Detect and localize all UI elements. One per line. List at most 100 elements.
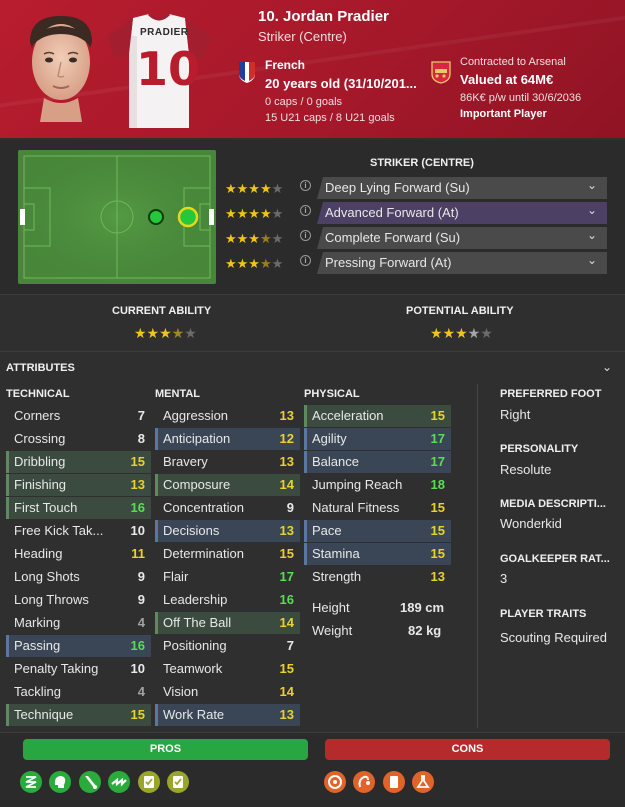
attribute-row[interactable]: Concentration 9 [155,497,300,519]
attribute-value: 10 [130,523,145,538]
info-icon[interactable]: i [300,180,311,191]
france-flag-icon [239,62,255,83]
attribute-row[interactable]: Composure 14 [155,474,300,496]
role-dropdown[interactable]: Complete Forward (Su) ⌄ [317,227,607,249]
cons-bar: CONS [325,739,610,760]
attribute-row[interactable]: Jumping Reach 18 [304,474,451,496]
attribute-value: 13 [279,454,294,469]
attribute-row[interactable]: Natural Fitness 15 [304,497,451,519]
attribute-row[interactable]: Heading 11 [6,543,151,565]
attribute-row[interactable]: First Touch 16 [6,497,151,519]
current-ability-label: CURRENT ABILITY [112,305,212,317]
attribute-row[interactable]: Balance 17 [304,451,451,473]
attribute-row[interactable]: Tackling 4 [6,681,151,703]
caps: 0 caps / 0 goals [265,96,343,108]
attribute-name: Penalty Taking [14,661,99,676]
attack-scouting-icon[interactable] [137,770,161,794]
attribute-row[interactable]: Free Kick Tak... 10 [6,520,151,542]
speed-icon[interactable] [107,770,131,794]
attribute-name: Strength [312,569,362,584]
attribute-name: Stamina [312,546,360,561]
lab-icon[interactable] [411,770,435,794]
attribute-name: Off The Ball [163,615,232,630]
attribute-name: Long Shots [14,569,80,584]
role-dropdown[interactable]: Advanced Forward (At) ⌄ [317,202,607,224]
position-pitch[interactable] [18,150,216,284]
technical-title: TECHNICAL [6,388,70,400]
attribute-row[interactable]: Marking 4 [6,612,151,634]
media-description-title: MEDIA DESCRIPTI... [500,498,606,510]
attribute-row[interactable]: Pace 15 [304,520,451,542]
attribute-name: Flair [163,569,189,584]
role-dropdown[interactable]: Deep Lying Forward (Su) ⌄ [317,177,607,199]
target-icon[interactable] [323,770,347,794]
attribute-row[interactable]: Acceleration 15 [304,405,451,427]
shirt-name: PRADIER [140,27,189,38]
club-crest-icon[interactable] [430,60,452,84]
attribute-row[interactable]: Aggression 13 [155,405,300,427]
attribute-row[interactable]: Leadership 16 [155,589,300,611]
attribute-value: 7 [286,638,294,653]
attribute-value: 15 [279,661,294,676]
chevron-down-icon[interactable]: ⌄ [602,360,612,374]
mental-icon[interactable] [48,770,72,794]
technique-icon[interactable] [78,770,102,794]
role-row-advanced-forward[interactable]: ★★★★★ i Advanced Forward (At) ⌄ [225,202,610,224]
role-row-pressing-forward[interactable]: ★★★★★ i Pressing Forward (At) ⌄ [225,252,610,274]
attribute-row[interactable]: Flair 17 [155,566,300,588]
chevron-down-icon: ⌄ [586,178,597,192]
attribute-name: Passing [14,638,61,653]
role-label: Pressing Forward (At) [325,255,452,270]
attribute-row[interactable]: Bravery 13 [155,451,300,473]
attribute-row[interactable]: Work Rate 13 [155,704,300,726]
attribute-row[interactable]: Positioning 7 [155,635,300,657]
flair-icon[interactable] [19,770,43,794]
info-icon[interactable]: i [300,205,311,216]
attribute-row[interactable]: Long Throws 9 [6,589,151,611]
attribute-value: 9 [137,592,145,607]
aerial-icon[interactable] [352,770,376,794]
attribute-value: 13 [279,707,294,722]
attribute-row[interactable]: Crossing 8 [6,428,151,450]
height-value: 189 cm [400,600,445,615]
attribute-value: 4 [137,615,145,630]
attribute-row[interactable]: Corners 7 [6,405,151,427]
attribute-value: 13 [279,408,294,423]
contract-status[interactable]: Contracted to Arsenal [460,56,566,68]
attribute-row[interactable]: Stamina 15 [304,543,451,565]
attribute-row[interactable]: Agility 17 [304,428,451,450]
attribute-value: 18 [430,477,445,492]
attribute-row[interactable]: Strength 13 [304,566,451,588]
attribute-name: Vision [163,684,199,699]
card-icon[interactable] [382,770,406,794]
potential-ability-label: POTENTIAL ABILITY [406,305,514,317]
attribute-row[interactable]: Off The Ball 14 [155,612,300,634]
attribute-name: Marking [14,615,61,630]
attribute-row[interactable]: Finishing 13 [6,474,151,496]
attribute-row[interactable]: Passing 16 [6,635,151,657]
role-rating-stars: ★★★★★ [225,206,284,221]
attribute-row[interactable]: Teamwork 15 [155,658,300,680]
physical-title: PHYSICAL [304,388,360,400]
player-traits-value[interactable]: Scouting Required [500,630,607,645]
attribute-row[interactable]: Technique 15 [6,704,151,726]
shirt-number: 10 [136,42,201,96]
attribute-row[interactable]: Long Shots 9 [6,566,151,588]
attribute-name: Free Kick Tak... [14,523,104,538]
mental-title: MENTAL [155,388,201,400]
check-scouting-icon[interactable] [166,770,190,794]
attribute-row[interactable]: Vision 14 [155,681,300,703]
attribute-row[interactable]: Determination 15 [155,543,300,565]
role-row-deep-lying-forward[interactable]: ★★★★★ i Deep Lying Forward (Su) ⌄ [225,177,610,199]
attribute-value: 12 [279,431,294,446]
role-dropdown[interactable]: Pressing Forward (At) ⌄ [317,252,607,274]
attribute-row[interactable]: Penalty Taking 10 [6,658,151,680]
info-icon[interactable]: i [300,230,311,241]
nationality: French [265,58,306,72]
role-row-complete-forward[interactable]: ★★★★★ i Complete Forward (Su) ⌄ [225,227,610,249]
attribute-row[interactable]: Anticipation 12 [155,428,300,450]
info-icon[interactable]: i [300,255,311,266]
attribute-row[interactable]: Dribbling 15 [6,451,151,473]
role-rating-stars: ★★★★★ [225,181,284,196]
attribute-row[interactable]: Decisions 13 [155,520,300,542]
